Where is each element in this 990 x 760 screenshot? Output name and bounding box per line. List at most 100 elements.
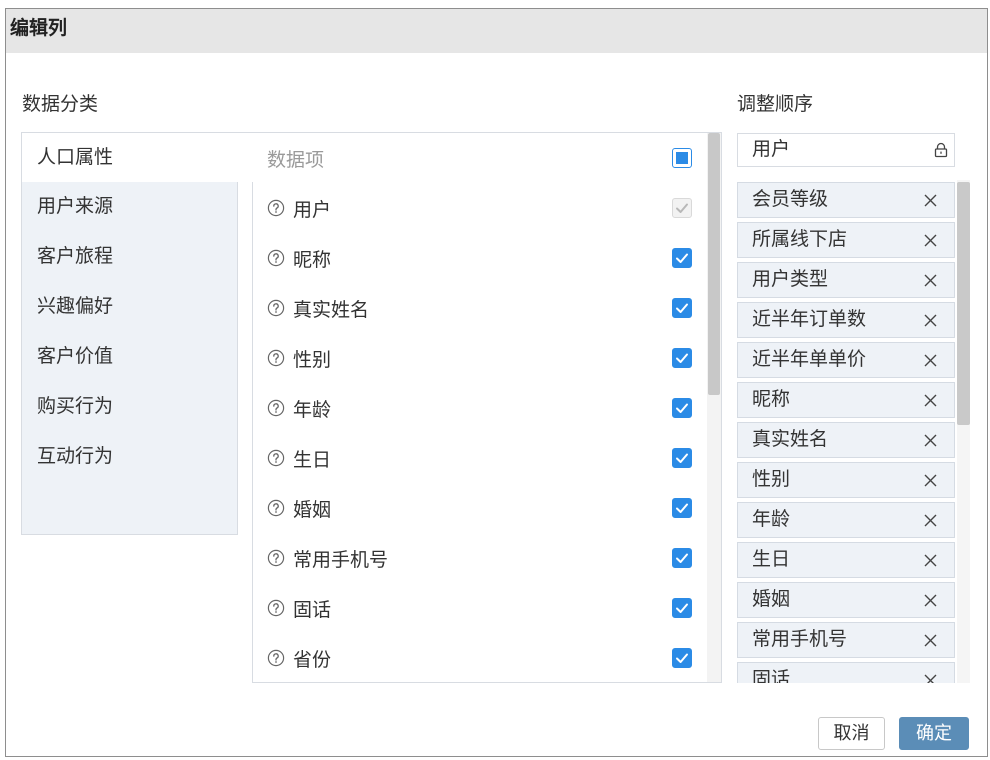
category-item[interactable]: 兴趣偏好 <box>22 282 237 332</box>
question-circle-icon[interactable] <box>267 549 285 567</box>
order-item[interactable]: 所属线下店 <box>737 222 955 258</box>
data-item-label: 固话 <box>293 599 332 621</box>
data-items-header-label: 数据项 <box>267 149 325 171</box>
data-items-scrollbar[interactable] <box>707 133 721 682</box>
order-list-scrollbar[interactable] <box>957 180 970 683</box>
data-item-row: 用户 <box>253 183 707 233</box>
close-icon[interactable] <box>924 434 937 447</box>
data-item-label: 昵称 <box>293 249 332 271</box>
question-circle-icon[interactable] <box>267 249 285 267</box>
data-item-label: 性别 <box>293 349 332 371</box>
close-icon[interactable] <box>924 234 937 247</box>
data-item-row: 年龄 <box>253 383 707 433</box>
question-circle-icon[interactable] <box>267 349 285 367</box>
order-item[interactable]: 会员等级 <box>737 182 955 218</box>
confirm-button[interactable]: 确定 <box>899 717 969 750</box>
close-icon[interactable] <box>924 274 937 287</box>
order-list-scrollbar-thumb[interactable] <box>957 182 970 425</box>
data-item-checkbox[interactable] <box>672 298 692 318</box>
data-item-checkbox[interactable] <box>672 648 692 668</box>
order-item[interactable]: 固话 <box>737 662 955 683</box>
data-items-header: 数据项 <box>253 133 707 183</box>
data-item-checkbox[interactable] <box>672 348 692 368</box>
data-item-label: 省份 <box>293 649 332 671</box>
question-circle-icon[interactable] <box>267 599 285 617</box>
data-item-row: 婚姻 <box>253 483 707 533</box>
order-item[interactable]: 年龄 <box>737 502 955 538</box>
order-item-label: 性别 <box>752 469 791 490</box>
order-item-label: 真实姓名 <box>752 429 829 450</box>
close-icon[interactable] <box>924 674 937 683</box>
data-item-row: 固话 <box>253 583 707 633</box>
close-icon[interactable] <box>924 194 937 207</box>
lock-icon <box>934 142 948 158</box>
data-item-row: 真实姓名 <box>253 283 707 333</box>
category-item[interactable]: 人口属性 <box>21 132 253 182</box>
order-item-label: 常用手机号 <box>752 629 848 650</box>
order-item[interactable]: 婚姻 <box>737 582 955 618</box>
question-circle-icon[interactable] <box>267 499 285 517</box>
category-item[interactable]: 用户来源 <box>22 182 237 232</box>
close-icon[interactable] <box>924 354 937 367</box>
category-item[interactable]: 互动行为 <box>22 432 237 482</box>
data-items-scrollbar-thumb[interactable] <box>708 133 720 395</box>
data-item-checkbox[interactable] <box>672 598 692 618</box>
question-circle-icon[interactable] <box>267 299 285 317</box>
data-item-checkbox[interactable] <box>672 198 692 218</box>
order-item[interactable]: 真实姓名 <box>737 422 955 458</box>
order-list: 会员等级 所属线下店 用户类型 近半年订单数 近半年单单价 昵称 真实姓名 性别… <box>737 180 970 683</box>
close-icon[interactable] <box>924 594 937 607</box>
order-item-label: 昵称 <box>752 389 791 410</box>
order-item-label: 所属线下店 <box>752 229 848 250</box>
dialog-title: 编辑列 <box>10 18 68 39</box>
order-item[interactable]: 近半年单单价 <box>737 342 955 378</box>
order-item[interactable]: 昵称 <box>737 382 955 418</box>
data-item-label: 生日 <box>293 449 332 471</box>
order-item[interactable]: 性别 <box>737 462 955 498</box>
order-item[interactable]: 用户类型 <box>737 262 955 298</box>
order-label: 调整顺序 <box>737 94 814 115</box>
question-circle-icon[interactable] <box>267 399 285 417</box>
data-item-label: 用户 <box>293 199 332 221</box>
data-item-checkbox[interactable] <box>672 398 692 418</box>
data-item-row: 昵称 <box>253 233 707 283</box>
data-item-row: 省份 <box>253 633 707 682</box>
close-icon[interactable] <box>924 474 937 487</box>
data-item-checkbox[interactable] <box>672 548 692 568</box>
question-circle-icon[interactable] <box>267 449 285 467</box>
order-item-label: 近半年单单价 <box>752 349 867 370</box>
order-item[interactable]: 生日 <box>737 542 955 578</box>
categories-label: 数据分类 <box>22 94 99 115</box>
order-item-label: 生日 <box>752 549 791 570</box>
data-item-label: 年龄 <box>293 399 332 421</box>
cancel-button[interactable]: 取消 <box>818 717 885 750</box>
order-item-label: 婚姻 <box>752 589 791 610</box>
data-item-checkbox[interactable] <box>672 248 692 268</box>
title-bar: 编辑列 <box>6 9 987 53</box>
close-icon[interactable] <box>924 314 937 327</box>
close-icon[interactable] <box>924 554 937 567</box>
data-item-label: 常用手机号 <box>293 549 389 571</box>
question-circle-icon[interactable] <box>267 649 285 667</box>
data-items-panel: 数据项 用户 昵称 真实姓名 性别 年龄 生日 婚姻 常用手机号 固话 省份 <box>252 132 722 683</box>
order-item[interactable]: 近半年订单数 <box>737 302 955 338</box>
data-item-checkbox[interactable] <box>672 448 692 468</box>
order-item-label: 固话 <box>752 669 791 683</box>
order-item[interactable]: 常用手机号 <box>737 622 955 658</box>
close-icon[interactable] <box>924 514 937 527</box>
close-icon[interactable] <box>924 394 937 407</box>
edit-columns-dialog: 编辑列 数据分类 调整顺序 人口属性 用户来源 客户旅程 兴趣偏好 客户价值 购… <box>5 8 988 757</box>
close-icon[interactable] <box>924 634 937 647</box>
select-all-checkbox[interactable] <box>672 148 692 168</box>
data-item-label: 真实姓名 <box>293 299 370 321</box>
data-item-row: 性别 <box>253 333 707 383</box>
category-item[interactable]: 客户旅程 <box>22 232 237 282</box>
category-item[interactable]: 客户价值 <box>22 332 237 382</box>
question-circle-icon[interactable] <box>267 199 285 217</box>
order-item-label: 近半年订单数 <box>752 309 867 330</box>
order-item-label: 年龄 <box>752 509 791 530</box>
category-item[interactable]: 购买行为 <box>22 382 237 432</box>
data-item-checkbox[interactable] <box>672 498 692 518</box>
order-item-label: 会员等级 <box>752 189 829 210</box>
data-item-row: 生日 <box>253 433 707 483</box>
